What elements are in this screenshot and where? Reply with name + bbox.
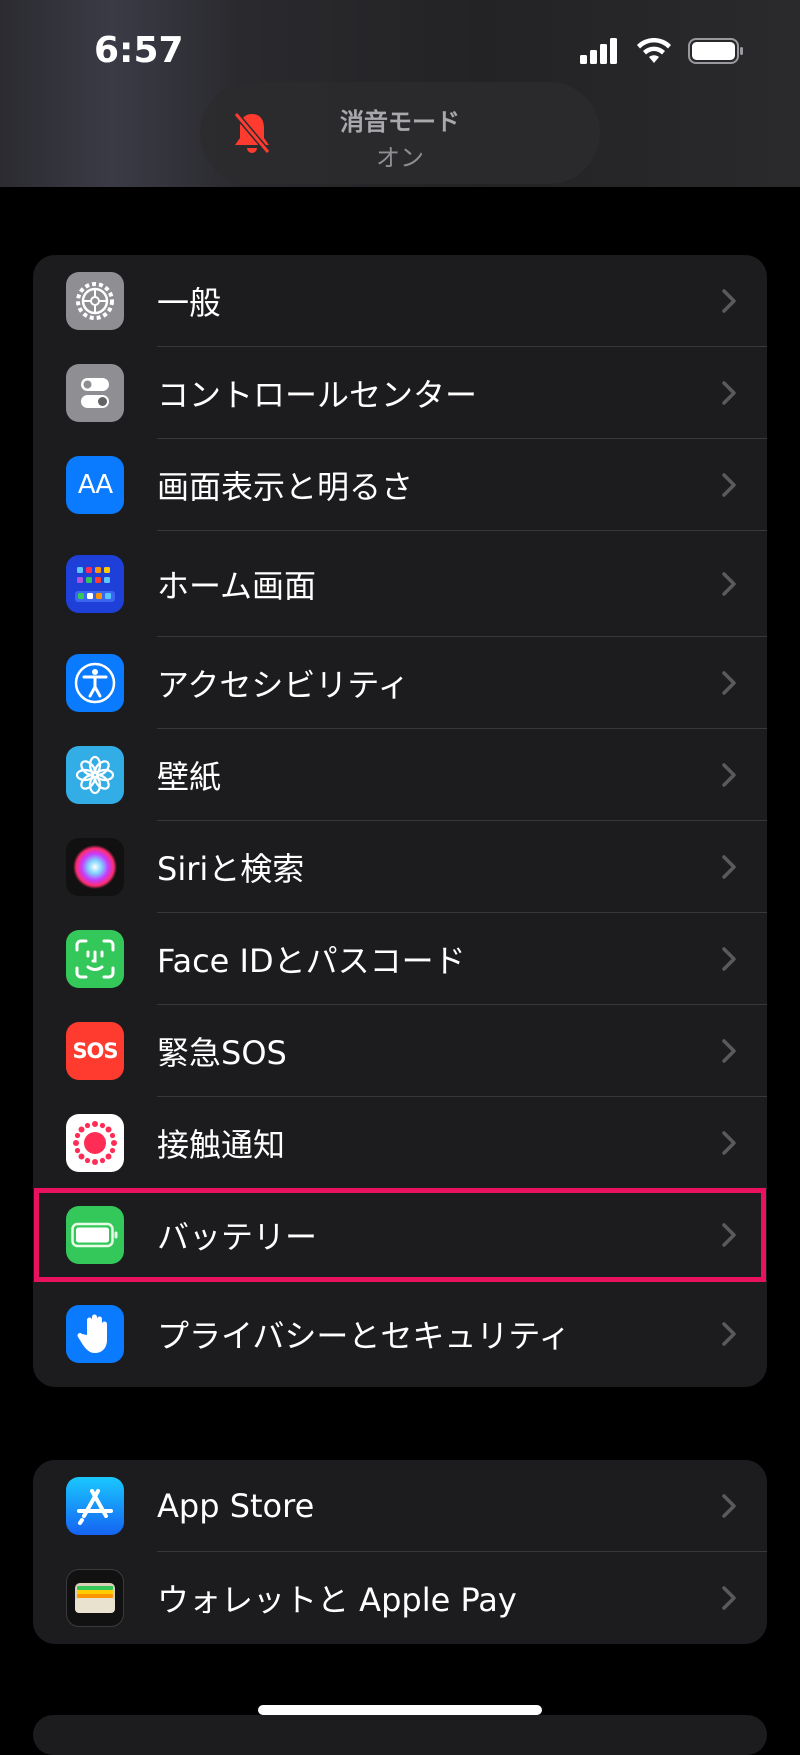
settings-row-label: アクセシビリティ	[157, 666, 410, 704]
toggles-icon	[66, 364, 124, 422]
chevron-right-icon	[722, 1586, 736, 1610]
wallet-icon	[66, 1569, 124, 1627]
settings-group-main: 一般 コントロールセンター AA 画面表示と明るさ ホーム画面 アクセシビリティ…	[33, 255, 767, 1387]
app-store-icon	[66, 1477, 124, 1535]
sos-icon-text: SOS	[72, 1039, 118, 1063]
home-screen-grid-icon	[66, 555, 124, 613]
settings-row-battery[interactable]: バッテリー	[33, 1189, 767, 1281]
chevron-right-icon	[722, 381, 736, 405]
battery-status-icon	[688, 38, 743, 64]
silent-mode-banner: 消音モード オン	[200, 82, 600, 184]
settings-row-display-brightness[interactable]: AA 画面表示と明るさ	[33, 439, 767, 531]
settings-row-label: Face IDとパスコード	[157, 942, 466, 980]
settings-row-app-store[interactable]: App Store	[33, 1460, 767, 1552]
settings-row-label: 画面表示と明るさ	[157, 468, 414, 506]
settings-row-label: 接触通知	[157, 1126, 286, 1164]
cellular-signal-icon	[580, 38, 617, 64]
settings-row-control-center[interactable]: コントロールセンター	[33, 347, 767, 439]
settings-row-label: 緊急SOS	[157, 1034, 287, 1072]
status-bar: 6:57 消音モード オン	[0, 0, 800, 187]
settings-row-label: 一般	[157, 284, 222, 322]
settings-row-label: 壁紙	[157, 758, 222, 796]
status-time: 6:57	[94, 30, 184, 71]
next-group-edge	[33, 1715, 767, 1755]
chevron-right-icon	[722, 1322, 736, 1346]
settings-row-emergency-sos[interactable]: SOS 緊急SOS	[33, 1005, 767, 1097]
settings-row-wallet-apple-pay[interactable]: ウォレットと Apple Pay	[33, 1552, 767, 1644]
raised-hand-icon	[66, 1305, 124, 1363]
chevron-right-icon	[722, 947, 736, 971]
chevron-right-icon	[722, 855, 736, 879]
exposure-notification-icon	[66, 1114, 124, 1172]
home-indicator[interactable]	[258, 1705, 542, 1715]
chevron-right-icon	[722, 1223, 736, 1247]
settings-row-label: Siriと検索	[157, 850, 305, 888]
settings-row-privacy-security[interactable]: プライバシーとセキュリティ	[33, 1281, 767, 1387]
settings-row-label: バッテリー	[157, 1218, 318, 1256]
settings-row-accessibility[interactable]: アクセシビリティ	[33, 637, 767, 729]
text-size-icon: AA	[66, 456, 124, 514]
sos-icon: SOS	[66, 1022, 124, 1080]
chevron-right-icon	[722, 1494, 736, 1518]
chevron-right-icon	[722, 473, 736, 497]
gear-icon	[66, 272, 124, 330]
settings-row-home-screen[interactable]: ホーム画面	[33, 531, 767, 637]
battery-icon	[66, 1206, 124, 1264]
status-icons	[580, 38, 744, 64]
settings-row-label: コントロールセンター	[157, 376, 478, 414]
text-size-icon-text: AA	[77, 470, 113, 500]
settings-row-label: プライバシーとセキュリティ	[157, 1317, 571, 1355]
settings-row-general[interactable]: 一般	[33, 255, 767, 347]
settings-row-siri-search[interactable]: Siriと検索	[33, 821, 767, 913]
settings-row-wallpaper[interactable]: 壁紙	[33, 729, 767, 821]
chevron-right-icon	[722, 1131, 736, 1155]
settings-row-label: ホーム画面	[157, 567, 317, 605]
accessibility-icon	[66, 654, 124, 712]
settings-row-exposure-notification[interactable]: 接触通知	[33, 1097, 767, 1189]
chevron-right-icon	[722, 1039, 736, 1063]
settings-row-label: ウォレットと Apple Pay	[157, 1581, 517, 1619]
silent-mode-status: オン	[376, 144, 424, 172]
wifi-icon	[637, 38, 671, 63]
settings-row-label: App Store	[157, 1487, 315, 1525]
chevron-right-icon	[722, 671, 736, 695]
settings-row-face-id[interactable]: Face IDとパスコード	[33, 913, 767, 1005]
chevron-right-icon	[722, 572, 736, 596]
face-id-icon	[66, 930, 124, 988]
siri-icon	[66, 838, 124, 896]
silent-mode-title: 消音モード	[340, 108, 460, 136]
settings-group-store: App Store ウォレットと Apple Pay	[33, 1460, 767, 1644]
chevron-right-icon	[722, 763, 736, 787]
flower-icon	[66, 746, 124, 804]
chevron-right-icon	[722, 289, 736, 313]
